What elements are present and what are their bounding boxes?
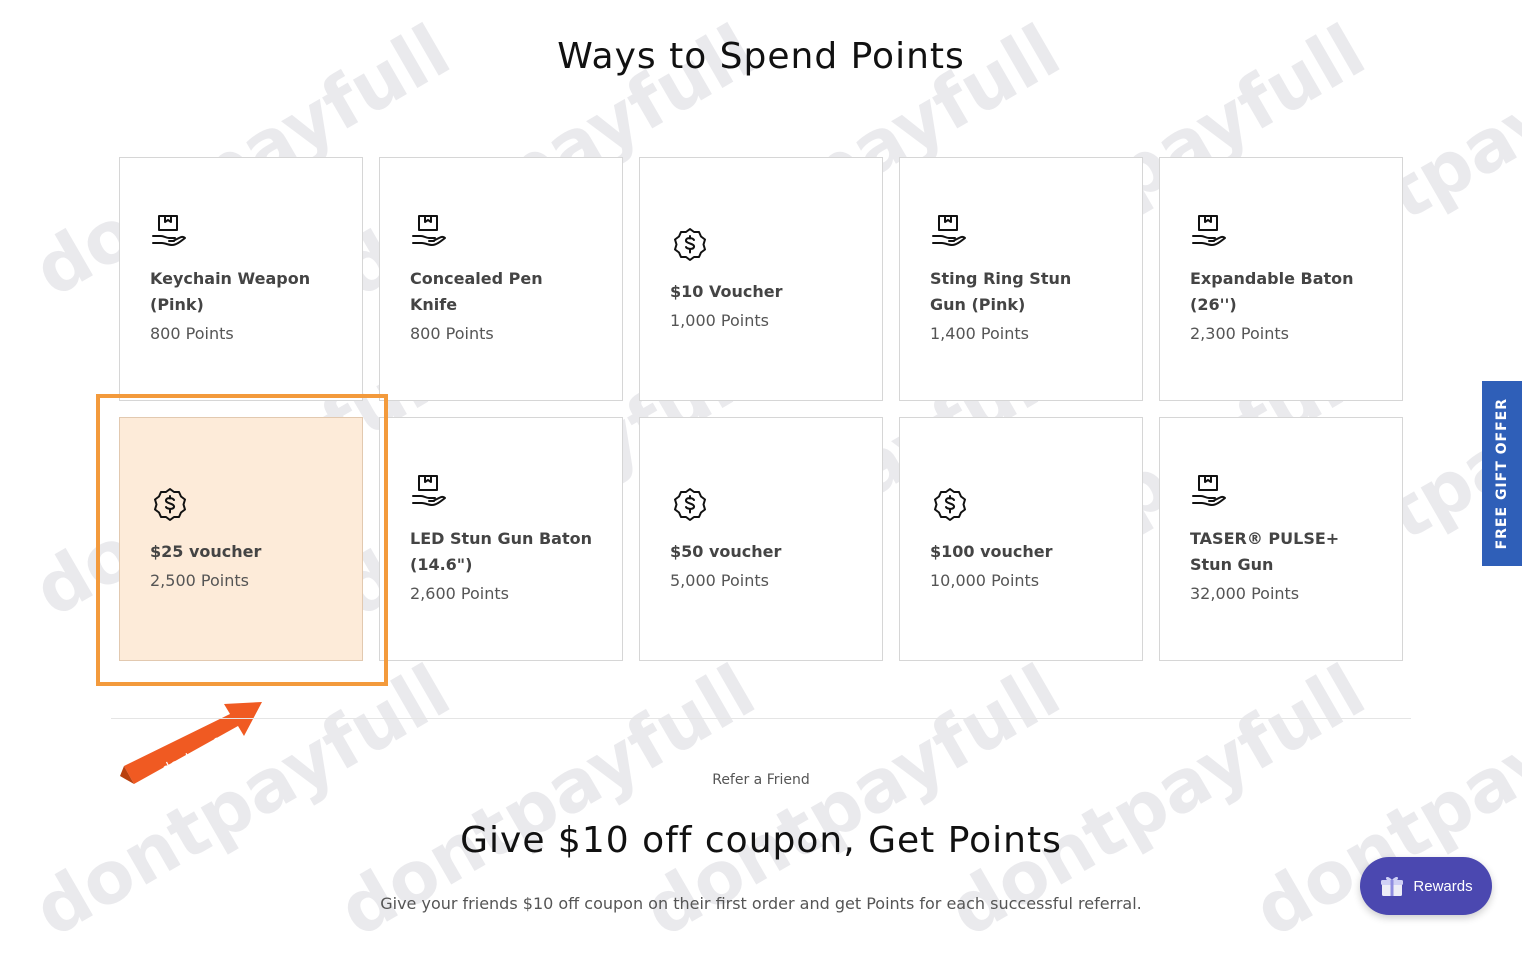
reward-points: 10,000 Points (930, 571, 1040, 590)
dollar-badge-icon (670, 485, 710, 525)
gift-icon (1381, 876, 1404, 896)
rewards-launcher-button[interactable]: Rewards (1360, 857, 1492, 915)
reward-name: $50 voucher (670, 542, 782, 561)
refer-kicker: Refer a Friend (712, 772, 810, 788)
refer-title: Give $10 off coupon, Get Points (460, 820, 1062, 861)
product-box-hand-icon (410, 212, 450, 252)
dollar-badge-icon (930, 485, 970, 525)
reward-name: Sting Ring Stun Gun (Pink) (930, 269, 1072, 314)
reward-name: $100 voucher (930, 542, 1053, 561)
reward-card[interactable]: TASER® PULSE+ Stun Gun 32,000 Points (1159, 417, 1403, 661)
dollar-badge-icon (150, 485, 190, 525)
reward-card[interactable]: Sting Ring Stun Gun (Pink) 1,400 Points (899, 157, 1143, 401)
reward-card[interactable]: Concealed Pen Knife 800 Points (379, 157, 623, 401)
reward-card[interactable]: Keychain Weapon (Pink) 800 Points (119, 157, 363, 401)
reward-name: Concealed Pen Knife (410, 269, 543, 314)
product-box-hand-icon (930, 212, 970, 252)
product-box-hand-icon (1190, 472, 1230, 512)
reward-card[interactable]: LED Stun Gun Baton (14.6") 2,600 Points (379, 417, 623, 661)
reward-card[interactable]: $100 voucher 10,000 Points (899, 417, 1143, 661)
reward-points: 32,000 Points (1190, 584, 1300, 603)
reward-points: 2,300 Points (1190, 324, 1289, 343)
reward-card[interactable]: $25 voucher 2,500 Points (119, 417, 363, 661)
dollar-badge-icon (670, 225, 710, 265)
reward-points: 800 Points (410, 324, 494, 343)
reward-name: TASER® PULSE+ Stun Gun (1190, 529, 1340, 574)
reward-points: 1,000 Points (670, 311, 769, 330)
reward-points: 1,400 Points (930, 324, 1029, 343)
rewards-launcher-label: Rewards (1413, 877, 1473, 895)
reward-name: Keychain Weapon (Pink) (150, 269, 311, 314)
rewards-grid: Keychain Weapon (Pink) 800 Points Conceale… (119, 157, 1403, 661)
reward-name: Expandable Baton (26'') (1190, 269, 1354, 314)
reward-card[interactable]: Expandable Baton (26'') 2,300 Points (1159, 157, 1403, 401)
section-divider (111, 718, 1411, 719)
product-box-hand-icon (150, 212, 190, 252)
reward-points: 800 Points (150, 324, 234, 343)
page-title: Ways to Spend Points (557, 36, 965, 77)
reward-points: 2,500 Points (150, 571, 249, 590)
reward-card[interactable]: $50 voucher 5,000 Points (639, 417, 883, 661)
reward-name: $25 voucher (150, 542, 262, 561)
reward-name: $10 Voucher (670, 282, 783, 301)
free-gift-offer-label: FREE GIFT OFFER (1494, 397, 1510, 550)
product-box-hand-icon (410, 472, 450, 512)
reward-points: 5,000 Points (670, 571, 769, 590)
product-box-hand-icon (1190, 212, 1230, 252)
reward-card[interactable]: $10 Voucher 1,000 Points (639, 157, 883, 401)
reward-name: LED Stun Gun Baton (14.6") (410, 529, 593, 574)
refer-description: Give your friends $10 off coupon on thei… (380, 894, 1142, 913)
reward-points: 2,600 Points (410, 584, 509, 603)
free-gift-offer-tab[interactable]: FREE GIFT OFFER (1482, 381, 1522, 566)
